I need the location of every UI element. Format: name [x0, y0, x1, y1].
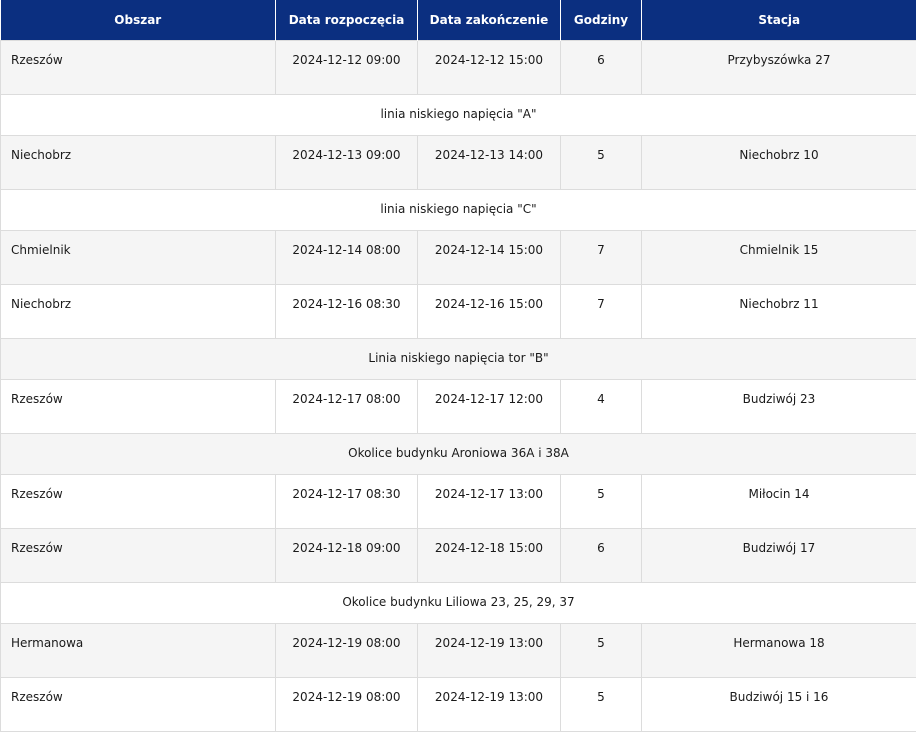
cell-start-date: 2024-12-16 08:30	[276, 285, 418, 339]
section-note: Okolice budynku Aroniowa 36A i 38A	[1, 434, 916, 475]
table-header: Obszar Data rozpoczęcia Data zakończenie…	[1, 0, 916, 41]
section-note: Linia niskiego napięcia tor "B"	[1, 339, 916, 380]
cell-station: Niechobrz 11	[642, 285, 916, 339]
cell-end-date: 2024-12-14 15:00	[418, 231, 561, 285]
cell-start-date: 2024-12-17 08:00	[276, 380, 418, 434]
cell-area: Rzeszów	[1, 475, 276, 529]
cell-station: Budziwój 15 i 16	[642, 678, 916, 732]
cell-hours: 4	[561, 380, 642, 434]
cell-area: Rzeszów	[1, 529, 276, 583]
cell-station: Miłocin 14	[642, 475, 916, 529]
outage-schedule-table: Obszar Data rozpoczęcia Data zakończenie…	[0, 0, 916, 732]
cell-area: Niechobrz	[1, 285, 276, 339]
cell-hours: 6	[561, 41, 642, 95]
cell-area: Rzeszów	[1, 678, 276, 732]
cell-area: Hermanowa	[1, 624, 276, 678]
table-row: Rzeszów2024-12-19 08:002024-12-19 13:005…	[1, 678, 916, 732]
table-row: Niechobrz2024-12-13 09:002024-12-13 14:0…	[1, 136, 916, 190]
cell-start-date: 2024-12-12 09:00	[276, 41, 418, 95]
cell-station: Przybyszówka 27	[642, 41, 916, 95]
cell-hours: 5	[561, 475, 642, 529]
cell-station: Niechobrz 10	[642, 136, 916, 190]
header-row: Obszar Data rozpoczęcia Data zakończenie…	[1, 0, 916, 41]
column-header-hours: Godziny	[561, 0, 642, 41]
table-row: Rzeszów2024-12-17 08:002024-12-17 12:004…	[1, 380, 916, 434]
column-header-area: Obszar	[1, 0, 276, 41]
cell-hours: 5	[561, 624, 642, 678]
cell-end-date: 2024-12-12 15:00	[418, 41, 561, 95]
cell-start-date: 2024-12-19 08:00	[276, 678, 418, 732]
cell-area: Rzeszów	[1, 380, 276, 434]
table-section-note-row: linia niskiego napięcia "C"	[1, 190, 916, 231]
column-header-start-date: Data rozpoczęcia	[276, 0, 418, 41]
cell-hours: 7	[561, 231, 642, 285]
cell-station: Hermanowa 18	[642, 624, 916, 678]
cell-hours: 6	[561, 529, 642, 583]
table-body: Rzeszów2024-12-12 09:002024-12-12 15:006…	[1, 41, 916, 732]
cell-start-date: 2024-12-19 08:00	[276, 624, 418, 678]
table-row: Rzeszów2024-12-18 09:002024-12-18 15:006…	[1, 529, 916, 583]
cell-start-date: 2024-12-18 09:00	[276, 529, 418, 583]
table-row: Chmielnik2024-12-14 08:002024-12-14 15:0…	[1, 231, 916, 285]
section-note: linia niskiego napięcia "C"	[1, 190, 916, 231]
cell-end-date: 2024-12-17 12:00	[418, 380, 561, 434]
cell-station: Chmielnik 15	[642, 231, 916, 285]
cell-end-date: 2024-12-19 13:00	[418, 624, 561, 678]
cell-hours: 5	[561, 678, 642, 732]
table-section-note-row: Okolice budynku Liliowa 23, 25, 29, 37	[1, 583, 916, 624]
cell-end-date: 2024-12-19 13:00	[418, 678, 561, 732]
section-note: Okolice budynku Liliowa 23, 25, 29, 37	[1, 583, 916, 624]
cell-end-date: 2024-12-16 15:00	[418, 285, 561, 339]
table-section-note-row: Linia niskiego napięcia tor "B"	[1, 339, 916, 380]
cell-station: Budziwój 23	[642, 380, 916, 434]
table-row: Rzeszów2024-12-12 09:002024-12-12 15:006…	[1, 41, 916, 95]
cell-start-date: 2024-12-14 08:00	[276, 231, 418, 285]
cell-end-date: 2024-12-13 14:00	[418, 136, 561, 190]
cell-hours: 5	[561, 136, 642, 190]
cell-area: Chmielnik	[1, 231, 276, 285]
cell-start-date: 2024-12-17 08:30	[276, 475, 418, 529]
table-row: Niechobrz2024-12-16 08:302024-12-16 15:0…	[1, 285, 916, 339]
table-section-note-row: Okolice budynku Aroniowa 36A i 38A	[1, 434, 916, 475]
cell-end-date: 2024-12-17 13:00	[418, 475, 561, 529]
section-note: linia niskiego napięcia "A"	[1, 95, 916, 136]
table-row: Hermanowa2024-12-19 08:002024-12-19 13:0…	[1, 624, 916, 678]
cell-area: Niechobrz	[1, 136, 276, 190]
cell-end-date: 2024-12-18 15:00	[418, 529, 561, 583]
column-header-end-date: Data zakończenie	[418, 0, 561, 41]
cell-area: Rzeszów	[1, 41, 276, 95]
cell-station: Budziwój 17	[642, 529, 916, 583]
cell-start-date: 2024-12-13 09:00	[276, 136, 418, 190]
table-row: Rzeszów2024-12-17 08:302024-12-17 13:005…	[1, 475, 916, 529]
table-section-note-row: linia niskiego napięcia "A"	[1, 95, 916, 136]
cell-hours: 7	[561, 285, 642, 339]
column-header-station: Stacja	[642, 0, 916, 41]
